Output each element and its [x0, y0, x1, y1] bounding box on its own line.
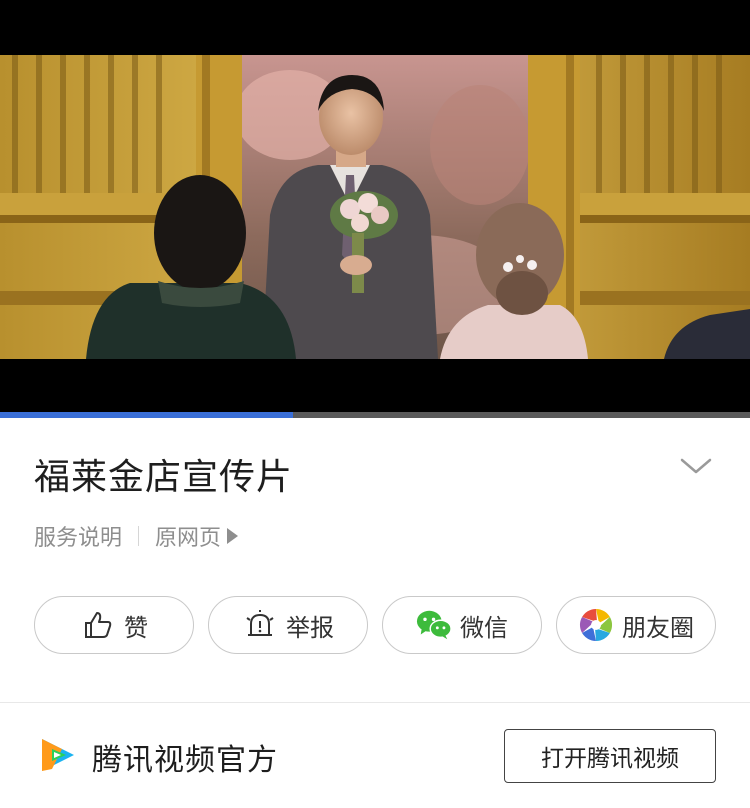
- like-button[interactable]: 赞: [34, 596, 194, 654]
- video-still-image: [0, 55, 750, 359]
- wechat-label: 微信: [460, 613, 508, 642]
- report-label: 举报: [286, 613, 334, 642]
- open-tencent-video-button[interactable]: 打开腾讯视频: [504, 729, 716, 783]
- like-label: 赞: [124, 613, 148, 642]
- meta-divider: [138, 526, 140, 546]
- video-frame[interactable]: [0, 55, 750, 359]
- wechat-share-button[interactable]: 微信: [382, 596, 542, 654]
- video-player[interactable]: [0, 0, 750, 412]
- moments-label: 朋友圈: [622, 613, 694, 642]
- original-page-label: 原网页: [155, 526, 222, 551]
- title-row: 福莱金店宣传片: [0, 440, 750, 510]
- moments-icon: [578, 607, 614, 643]
- tencent-video-logo-icon: [38, 735, 78, 779]
- wechat-icon: [416, 607, 452, 643]
- service-info-link[interactable]: 服务说明: [34, 520, 122, 552]
- video-progress-fill: [0, 412, 293, 418]
- moments-share-button[interactable]: 朋友圈: [556, 596, 716, 654]
- brand-name: 腾讯视频官方: [92, 743, 278, 778]
- video-progress-bar[interactable]: [0, 412, 750, 418]
- meta-row: 服务说明 原网页: [34, 520, 239, 552]
- play-arrow-icon: [227, 528, 239, 544]
- page-title: 福莱金店宣传片: [34, 457, 294, 498]
- tencent-video-brand: 腾讯视频官方: [38, 732, 278, 782]
- original-page-link[interactable]: 原网页: [155, 520, 239, 552]
- section-divider: [0, 702, 750, 703]
- report-icon: [242, 607, 278, 643]
- thumbs-up-icon: [80, 607, 116, 643]
- report-button[interactable]: 举报: [208, 596, 368, 654]
- share-actions: 赞 举报 微信 朋友圈: [34, 596, 716, 654]
- chevron-down-icon[interactable]: [678, 454, 714, 478]
